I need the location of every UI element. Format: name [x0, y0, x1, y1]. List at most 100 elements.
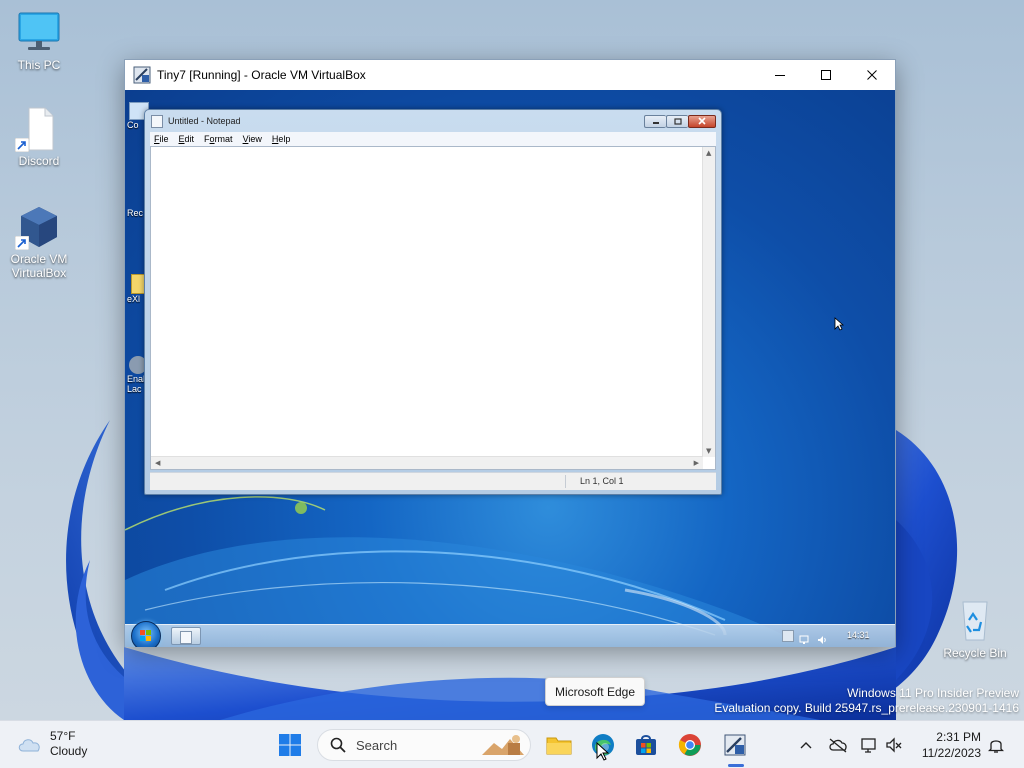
speaker-muted-icon: [886, 737, 902, 753]
menu-view[interactable]: View: [239, 134, 268, 144]
menu-help[interactable]: Help: [268, 134, 297, 144]
maximize-button[interactable]: [803, 60, 849, 90]
menu-format[interactable]: Format: [200, 134, 239, 144]
notepad-title: Untitled - Notepad: [168, 116, 241, 126]
taskbar-virtualbox[interactable]: [717, 727, 753, 763]
desktop-icon-virtualbox[interactable]: Oracle VM VirtualBox: [7, 204, 71, 280]
guest-volume-icon[interactable]: [817, 630, 827, 644]
shortcut-arrow-icon: [15, 138, 29, 152]
store-icon: [636, 735, 656, 755]
file-icon: [15, 106, 63, 152]
menu-label: rmat: [214, 134, 233, 144]
guest-taskbar-notepad-button[interactable]: [171, 627, 201, 645]
close-button[interactable]: [849, 60, 895, 90]
taskbar-google-chrome[interactable]: [672, 727, 708, 763]
clock-date: 11/22/2023: [921, 746, 981, 760]
host-taskbar: 57°F Cloudy Search 2:31 PM 11/22/2023: [0, 720, 1024, 768]
cloud-offline-icon: [829, 738, 847, 753]
menu-label: dit: [184, 134, 195, 144]
menu-edit[interactable]: Edit: [175, 134, 201, 144]
taskbar-clock[interactable]: 2:31 PM 11/22/2023: [911, 729, 981, 761]
network-icon: [861, 738, 876, 753]
recycle-bin-icon: [951, 598, 999, 644]
maximize-icon: [673, 117, 682, 125]
clock-time: 2:31 PM: [936, 730, 981, 744]
notepad-titlebar[interactable]: Untitled - Notepad: [145, 110, 721, 132]
taskbar-tooltip: Microsoft Edge: [545, 677, 645, 706]
taskbar-file-explorer[interactable]: [541, 727, 577, 763]
start-button[interactable]: [272, 727, 308, 763]
menu-file[interactable]: File: [150, 134, 175, 144]
minimize-icon: [775, 75, 785, 76]
scroll-right-icon[interactable]: ▶: [694, 459, 699, 467]
active-app-indicator: [728, 764, 744, 767]
notepad-minimize-button[interactable]: [644, 114, 666, 128]
guest-start-button[interactable]: [131, 621, 161, 647]
desktop-icon-label: Discord: [18, 154, 60, 168]
monitor-icon: [15, 10, 63, 56]
notepad-status-bar: Ln 1, Col 1: [150, 472, 716, 490]
virtualbox-app-icon: [724, 734, 746, 756]
guest-clock[interactable]: 14:31: [847, 630, 870, 640]
menu-label: elp: [278, 134, 291, 144]
horizontal-scrollbar[interactable]: ◀ ▶: [151, 456, 703, 469]
menu-label: ile: [159, 134, 169, 144]
virtualbox-app-icon: [133, 66, 151, 84]
search-placeholder: Search: [356, 737, 398, 753]
tray-onedrive-offline[interactable]: [828, 735, 848, 755]
cloud-icon: [18, 739, 40, 752]
virtualbox-titlebar[interactable]: Tiny7 [Running] - Oracle VM VirtualBox: [125, 60, 895, 90]
windows-logo-icon: [140, 630, 151, 641]
guest-network-icon[interactable]: [799, 630, 809, 644]
desktop-icon-this-pc[interactable]: This PC: [7, 10, 71, 72]
guest-icon-label: Enal Lac: [127, 374, 146, 394]
weather-widget[interactable]: 57°F Cloudy: [16, 729, 87, 759]
desktop-icon-discord[interactable]: Discord: [7, 106, 71, 168]
taskbar-search-box[interactable]: Search: [317, 729, 531, 761]
folder-icon: [546, 737, 572, 755]
notepad-window[interactable]: Untitled - Notepad File Edit Format View…: [144, 109, 722, 495]
desktop-icon-label: Recycle Bin: [943, 646, 1007, 660]
chevron-up-icon: [800, 742, 812, 749]
taskbar-microsoft-store[interactable]: [628, 727, 664, 763]
guest-icon-label: Rec: [127, 208, 144, 218]
desktop-icon-label: Oracle VM VirtualBox: [10, 252, 68, 280]
guest-flag-icon[interactable]: [782, 630, 794, 642]
search-highlight-illustration-icon: [482, 735, 524, 755]
guest-screen[interactable]: Co Rec eXl Enal Lac Untitled - Notepad F…: [125, 90, 895, 647]
desktop-icon-recycle-bin[interactable]: Recycle Bin: [943, 598, 1007, 660]
tray-volume-muted[interactable]: [884, 735, 904, 755]
weather-temperature: 57°F: [50, 729, 76, 743]
vertical-scrollbar[interactable]: ▲ ▼: [702, 147, 715, 457]
close-icon: [867, 70, 877, 80]
virtualbox-cube-icon: [15, 204, 63, 250]
minimize-icon: [652, 122, 659, 124]
weather-condition: Cloudy: [50, 744, 88, 758]
search-icon: [330, 737, 346, 753]
minimize-button[interactable]: [757, 60, 803, 90]
scroll-left-icon[interactable]: ◀: [155, 459, 160, 467]
close-icon: [698, 117, 706, 125]
desktop-icon-label: This PC: [17, 58, 61, 72]
show-hidden-icons-button[interactable]: [796, 735, 816, 755]
window-title: Tiny7 [Running] - Oracle VM VirtualBox: [157, 68, 366, 82]
watermark-line-2: Evaluation copy. Build 25947.rs_prerelea…: [714, 701, 1019, 715]
evaluation-watermark: Windows 11 Pro Insider Preview Evaluatio…: [714, 686, 1019, 716]
scroll-down-icon[interactable]: ▼: [706, 447, 711, 455]
windows-start-icon: [279, 734, 301, 756]
notepad-icon: [180, 631, 192, 644]
notepad-text-area[interactable]: ▲ ▼ ◀ ▶: [150, 146, 716, 470]
notepad-menubar: File Edit Format View Help: [150, 132, 716, 146]
notepad-maximize-button[interactable]: [666, 114, 688, 128]
notepad-icon: [151, 114, 163, 128]
maximize-icon: [821, 70, 831, 80]
scroll-up-icon[interactable]: ▲: [706, 149, 711, 157]
notepad-close-button[interactable]: [688, 114, 716, 128]
notifications-button[interactable]: [986, 735, 1006, 755]
menu-label: iew: [248, 134, 262, 144]
cursor-position: Ln 1, Col 1: [580, 476, 624, 486]
guest-taskbar: 14:31: [125, 621, 895, 647]
guest-mouse-cursor-icon: [834, 317, 844, 331]
tray-network[interactable]: [859, 735, 879, 755]
virtualbox-window[interactable]: Tiny7 [Running] - Oracle VM VirtualBox C…: [124, 59, 896, 647]
